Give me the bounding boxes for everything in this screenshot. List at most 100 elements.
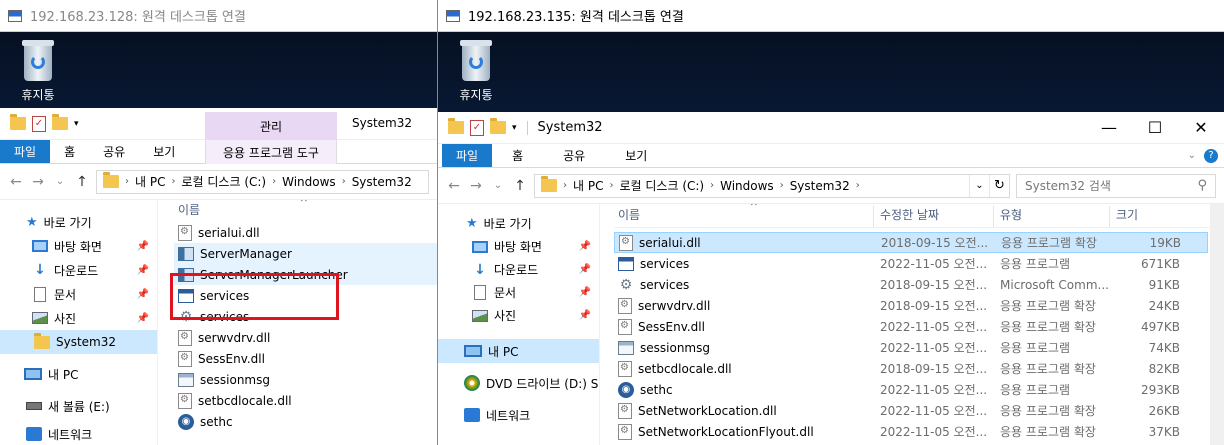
file-row[interactable]: ServerManager — [174, 243, 437, 264]
recent-dropdown-icon[interactable]: ⌄ — [490, 180, 506, 191]
column-header-type[interactable]: 유형 — [994, 206, 1110, 227]
nav-quick-access[interactable]: ★ 바로 가기 — [438, 212, 599, 235]
search-box[interactable]: System32 검색 ⚲ — [1016, 173, 1216, 198]
up-arrow-icon[interactable]: ↑ — [74, 174, 90, 190]
expand-ribbon-icon[interactable]: ⌄ — [1188, 150, 1196, 161]
file-row[interactable]: serwvdrv.dll 2018-09-15 오전... 응용 프로그램 확장 24… — [614, 295, 1208, 316]
refresh-icon[interactable]: ↻ — [989, 174, 1009, 197]
nav-network[interactable]: 네트워크 — [0, 422, 157, 445]
file-row[interactable]: sessionmsg — [174, 369, 437, 390]
address-dropdown-icon[interactable]: ⌄ — [969, 174, 989, 197]
breadcrumb-item[interactable]: 로컬 디스크 (C:) — [181, 173, 266, 190]
desktop-icon — [32, 240, 48, 252]
file-row[interactable]: ⚙ services 2018-09-15 오전... Microsoft Comm.… — [614, 274, 1208, 295]
file-row[interactable]: ◉ sethc 2022-11-05 오전... 응용 프로그램 293KB — [614, 379, 1208, 400]
file-row[interactable]: SessEnv.dll 2022-11-05 오전... 응용 프로그램 확장 497… — [614, 316, 1208, 337]
breadcrumb-item[interactable]: System32 — [352, 175, 412, 189]
breadcrumb-item[interactable]: 로컬 디스크 (C:) — [619, 177, 704, 194]
column-header-name[interactable]: 이름 — [614, 206, 874, 227]
breadcrumb-item[interactable]: 내 PC — [135, 173, 165, 190]
file-type: 응용 프로그램 확장 — [1000, 425, 1096, 439]
pin-icon: 📌 — [136, 264, 149, 276]
properties-icon[interactable]: ✓ — [470, 119, 484, 136]
tab-view[interactable]: 보기 — [605, 144, 667, 167]
file-row[interactable]: SetNetworkLocation.dll 2022-11-05 오전... 응용… — [614, 400, 1208, 421]
back-arrow-icon[interactable]: ← — [8, 174, 24, 190]
breadcrumb-item[interactable]: Windows — [282, 175, 336, 189]
new-folder-icon[interactable] — [490, 118, 506, 134]
rdp-window-left[interactable]: 192.168.23.128: 원격 데스크톱 연결 휴지통 ✓ ▾ 관리 Sy… — [0, 0, 438, 445]
file-row[interactable]: serialui.dll 2018-09-15 오전... 응용 프로그램 확장 19… — [614, 232, 1208, 253]
forward-arrow-icon[interactable]: → — [30, 174, 46, 190]
nav-documents[interactable]: 문서 📌 — [0, 282, 157, 306]
recent-dropdown-icon[interactable]: ⌄ — [52, 176, 68, 187]
file-row[interactable]: setbcdlocale.dll 2018-09-15 오전... 응용 프로그램 … — [614, 358, 1208, 379]
nav-documents[interactable]: 문서 📌 — [438, 281, 599, 304]
network-icon — [26, 427, 42, 441]
nav-volume-e[interactable]: 새 볼륨 (E:) — [0, 394, 157, 418]
new-folder-icon[interactable] — [52, 114, 68, 130]
breadcrumb-item[interactable]: 내 PC — [573, 177, 603, 194]
file-name: services — [640, 277, 690, 292]
customize-toolbar-dropdown[interactable]: ▾ — [74, 119, 79, 129]
pictures-icon — [32, 312, 48, 324]
tab-application-tools[interactable]: 응용 프로그램 도구 — [205, 140, 337, 164]
recycle-bin[interactable]: 휴지통 — [8, 40, 68, 103]
address-bar[interactable]: › 내 PC › 로컬 디스크 (C:) › Windows › System3… — [96, 169, 429, 194]
vertical-scrollbar[interactable] — [1210, 204, 1224, 445]
file-row[interactable]: sessionmsg 2022-11-05 오전... 응용 프로그램 74KB — [614, 337, 1208, 358]
column-header-name[interactable]: ⌃ 이름 — [174, 200, 437, 218]
customize-toolbar-dropdown[interactable]: ▾ — [512, 123, 517, 133]
file-row[interactable]: ◉ sethc — [174, 411, 437, 432]
nav-desktop[interactable]: 바탕 화면 📌 — [438, 235, 599, 258]
breadcrumb-item[interactable]: System32 — [790, 179, 850, 193]
properties-icon[interactable]: ✓ — [32, 115, 46, 132]
rdp-title-bar[interactable]: 192.168.23.128: 원격 데스크톱 연결 — [0, 0, 437, 32]
recycle-bin[interactable]: 휴지통 — [446, 40, 506, 103]
nav-this-pc[interactable]: 내 PC — [0, 362, 157, 386]
tab-home[interactable]: 홈 — [492, 144, 543, 167]
nav-downloads[interactable]: ↓ 다운로드 📌 — [0, 258, 157, 282]
file-row[interactable]: SessEnv.dll — [174, 348, 437, 369]
nav-this-pc[interactable]: 내 PC — [438, 339, 599, 363]
file-row[interactable]: serialui.dll — [174, 222, 437, 243]
computer-icon — [24, 368, 42, 380]
maximize-button[interactable]: ☐ — [1132, 118, 1178, 137]
highlight-box — [170, 273, 339, 320]
file-rows: serialui.dllServerManagerServerManagerLa… — [174, 222, 437, 432]
nav-desktop[interactable]: 바탕 화면 📌 — [0, 234, 157, 258]
tab-home[interactable]: 홈 — [50, 140, 89, 163]
forward-arrow-icon[interactable]: → — [468, 178, 484, 194]
nav-quick-access[interactable]: ★ 바로 가기 — [0, 210, 157, 234]
help-icon[interactable]: ? — [1204, 148, 1218, 163]
rdp-title-bar[interactable]: 192.168.23.135: 원격 데스크톱 연결 — [438, 0, 1224, 32]
nav-dvd-drive[interactable]: DVD 드라이브 (D:) S — [438, 371, 599, 395]
file-row[interactable]: serwvdrv.dll — [174, 327, 437, 348]
up-arrow-icon[interactable]: ↑ — [512, 178, 528, 194]
nav-pictures[interactable]: 사진 📌 — [0, 306, 157, 330]
tab-file[interactable]: 파일 — [0, 140, 51, 163]
close-button[interactable]: ✕ — [1178, 118, 1224, 137]
file-row[interactable]: setbcdlocale.dll — [174, 390, 437, 411]
column-header-modified[interactable]: 수정한 날짜 — [874, 206, 994, 227]
column-header-size[interactable]: 크기 — [1110, 206, 1186, 227]
folder-icon[interactable] — [448, 118, 464, 134]
nav-network[interactable]: 네트워크 — [438, 403, 599, 427]
breadcrumb-item[interactable]: Windows — [720, 179, 774, 193]
file-row[interactable]: services 2022-11-05 오전... 응용 프로그램 671KB — [614, 253, 1208, 274]
address-bar-row: ← → ⌄ ↑ › 내 PC › 로컬 디스크 (C:) › Windows ›… — [438, 168, 1224, 204]
address-bar[interactable]: › 내 PC › 로컬 디스크 (C:) › Windows › System3… — [534, 173, 1010, 198]
tab-view[interactable]: 보기 — [139, 140, 189, 163]
rdp-window-right[interactable]: 192.168.23.135: 원격 데스크톱 연결 휴지통 ✓ ▾ Syste… — [438, 0, 1224, 445]
nav-pictures[interactable]: 사진 📌 — [438, 304, 599, 327]
tab-file[interactable]: 파일 — [442, 144, 493, 167]
file-size: 497KB — [1140, 319, 1180, 334]
tab-share[interactable]: 공유 — [543, 144, 605, 167]
tab-share[interactable]: 공유 — [89, 140, 139, 163]
folder-icon[interactable] — [10, 114, 26, 130]
nav-downloads[interactable]: ↓ 다운로드 📌 — [438, 258, 599, 281]
nav-system32[interactable]: System32 — [0, 330, 157, 354]
minimize-button[interactable]: — — [1086, 118, 1132, 137]
file-row[interactable]: SetNetworkLocationFlyout.dll 2022-11-05 오… — [614, 421, 1208, 442]
back-arrow-icon[interactable]: ← — [446, 178, 462, 194]
